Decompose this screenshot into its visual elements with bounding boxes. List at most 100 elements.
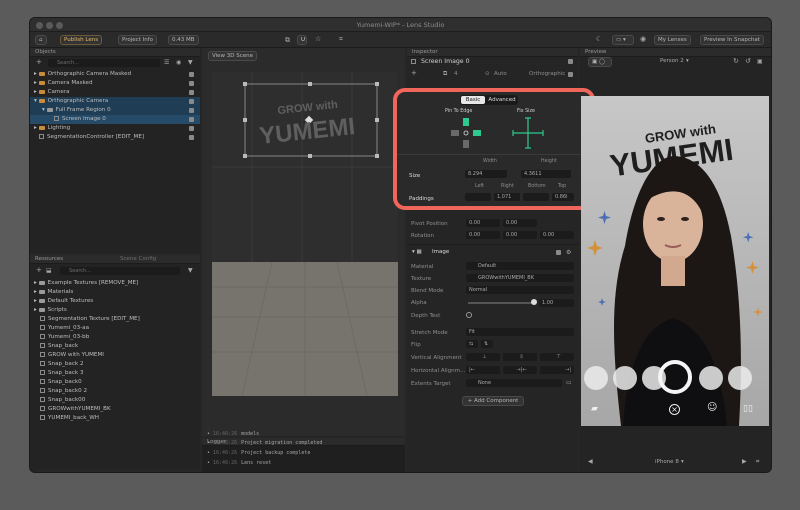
- preview-in-snapchat-button[interactable]: Preview In Snapchat: [700, 35, 764, 45]
- material-field[interactable]: Default: [466, 262, 574, 270]
- resource-snap-back[interactable]: Snap_back: [30, 342, 200, 351]
- padding-bottom-field[interactable]: [523, 193, 549, 201]
- device-selector[interactable]: ▭ ▾: [612, 35, 634, 45]
- object-lighting[interactable]: ▸ Lighting: [30, 124, 200, 133]
- stretch-mode-select[interactable]: Fit: [466, 328, 574, 336]
- object-enabled-checkbox[interactable]: [568, 59, 573, 64]
- home-button[interactable]: ⌂: [35, 35, 47, 45]
- list-view-icon[interactable]: ☰: [164, 59, 169, 66]
- star-icon[interactable]: ☆: [315, 36, 321, 43]
- alpha-field[interactable]: 1.00: [539, 299, 574, 307]
- resources-tab[interactable]: Resources: [35, 256, 63, 262]
- scene-viewport[interactable]: GROW with YUMEMI: [212, 72, 398, 396]
- minimize-window-button[interactable]: [46, 22, 53, 29]
- add-resource-icon[interactable]: +: [36, 267, 42, 274]
- preview-person-select[interactable]: Person 2: [660, 58, 684, 64]
- resource-snap-back0-2[interactable]: Snap_back0 2: [30, 387, 200, 396]
- resource-example-textures[interactable]: ▸ Example Textures [REMOVE_ME]: [30, 279, 200, 288]
- pin-left-toggle[interactable]: [451, 130, 459, 136]
- width-field[interactable]: 8.294: [465, 170, 507, 178]
- moon-icon[interactable]: ☾: [596, 36, 602, 43]
- add-object-icon[interactable]: +: [36, 59, 42, 66]
- memories-icon[interactable]: ▰: [591, 404, 598, 414]
- folder-icon[interactable]: ▭: [566, 379, 572, 386]
- projection-label[interactable]: Orthographic: [529, 71, 565, 77]
- lens-carousel-item[interactable]: [613, 366, 637, 390]
- preview-mode-toggle[interactable]: ▣ ◯: [588, 57, 612, 67]
- align-bottom-button[interactable]: ⊤: [540, 353, 574, 361]
- video-camera-icon[interactable]: ▶: [742, 458, 747, 465]
- view-3d-scene-button[interactable]: View 3D Scene: [208, 51, 258, 61]
- flip-horizontal-button[interactable]: ⇆: [466, 340, 478, 348]
- my-lenses-button[interactable]: My Lenses: [654, 35, 691, 45]
- render-order-mode[interactable]: Auto: [494, 71, 507, 77]
- resource-snap-back-3[interactable]: Snap_back 3: [30, 369, 200, 378]
- alpha-slider-track[interactable]: [468, 302, 534, 304]
- rotation-x-field[interactable]: 0.00: [466, 231, 500, 239]
- resource-snap-back00[interactable]: Snap_back00: [30, 396, 200, 405]
- texture-field[interactable]: GROWwithYUMEMI_BK: [466, 274, 574, 282]
- cards-icon[interactable]: ▯▯: [743, 404, 753, 414]
- object-screen-image[interactable]: Screen Image 0: [30, 115, 200, 124]
- object-full-frame-region[interactable]: ▾ Full Frame Region 0: [30, 106, 200, 115]
- fix-size-widget[interactable]: [511, 116, 545, 150]
- visibility-icon[interactable]: ◉: [176, 59, 181, 66]
- object-camera-masked[interactable]: ▸ Camera Masked: [30, 79, 200, 88]
- image-section-chevron[interactable]: ▾ ▦: [412, 249, 422, 255]
- pin-right-toggle[interactable]: [473, 130, 481, 136]
- align-right-button[interactable]: →|: [540, 366, 574, 374]
- pin-top-toggle[interactable]: [463, 118, 469, 126]
- pin-to-edge-widget[interactable]: [447, 116, 487, 150]
- lens-carousel-item[interactable]: [728, 366, 752, 390]
- copy-icon[interactable]: ⧉: [285, 37, 290, 44]
- close-window-button[interactable]: [36, 22, 43, 29]
- lens-explorer-icon[interactable]: ☺: [707, 402, 717, 413]
- refresh-icon[interactable]: ↻: [733, 58, 739, 65]
- rotation-y-field[interactable]: 0.00: [503, 231, 537, 239]
- object-orthographic-camera-masked[interactable]: ▸ Orthographic Camera Masked: [30, 70, 200, 79]
- gear-icon[interactable]: ⚙: [566, 249, 571, 256]
- resource-snap-back-2[interactable]: Snap_back 2: [30, 360, 200, 369]
- crop-icon[interactable]: ⌗: [339, 36, 343, 43]
- zoom-window-button[interactable]: [56, 22, 63, 29]
- image-enabled-checkbox[interactable]: [556, 250, 561, 255]
- padding-left-field[interactable]: [465, 193, 491, 201]
- objects-search-input[interactable]: Search...: [48, 59, 160, 67]
- flip-vertical-button[interactable]: ⇅: [481, 340, 493, 348]
- object-camera[interactable]: ▸ Camera: [30, 88, 200, 97]
- alpha-slider-handle[interactable]: [531, 299, 537, 305]
- lens-carousel-item[interactable]: [584, 366, 608, 390]
- pivot-x-field[interactable]: 0.00: [466, 219, 500, 227]
- tab-basic[interactable]: Basic: [461, 96, 485, 104]
- crop-frame-icon[interactable]: ⌗: [756, 458, 759, 465]
- height-field[interactable]: 4.3611: [521, 170, 571, 178]
- resource-growwithyumemi-bk[interactable]: GROWwithYUMEMI_BK: [30, 405, 200, 414]
- depth-test-checkbox[interactable]: [466, 312, 472, 318]
- lens-carousel-item[interactable]: [699, 366, 723, 390]
- align-top-button[interactable]: ⊥: [466, 353, 500, 361]
- object-segmentation-controller[interactable]: SegmentationController [EDIT_ME]: [30, 133, 200, 142]
- rotate-icon[interactable]: ↺: [745, 58, 751, 65]
- blend-mode-select[interactable]: Normal: [466, 286, 574, 294]
- pin-bottom-toggle[interactable]: [463, 140, 469, 148]
- pivot-y-field[interactable]: 0.00: [503, 219, 537, 227]
- scene-config-tab[interactable]: Scene Config: [120, 255, 156, 264]
- resources-filter-icon[interactable]: ▼: [188, 267, 193, 274]
- object-orthographic-camera[interactable]: ▾ Orthographic Camera: [30, 97, 200, 106]
- resource-materials[interactable]: ▸ Materials: [30, 288, 200, 297]
- preview-viewport[interactable]: GROW with YUMEMI × ▰ ☺ ▯▯: [581, 96, 769, 426]
- add-component-icon[interactable]: +: [411, 70, 417, 77]
- align-left-button[interactable]: |←: [466, 366, 500, 374]
- resource-scripts[interactable]: ▸ Scripts: [30, 306, 200, 315]
- padding-right-field[interactable]: 1.071: [494, 193, 520, 201]
- settings-icon[interactable]: ▣: [757, 58, 763, 65]
- add-component-button[interactable]: + Add Component: [462, 396, 524, 406]
- tab-advanced[interactable]: Advanced: [487, 96, 517, 104]
- rotation-z-field[interactable]: 0.00: [540, 231, 574, 239]
- extents-target-field[interactable]: None: [466, 379, 562, 387]
- speaker-icon[interactable]: ◀: [588, 458, 593, 465]
- resource-yumemi-03-bb[interactable]: Yumemi_03-bb: [30, 333, 200, 342]
- project-info-button[interactable]: Project Info: [118, 35, 157, 45]
- filter-icon[interactable]: ▼: [188, 59, 193, 66]
- align-center-button[interactable]: →|←: [503, 366, 537, 374]
